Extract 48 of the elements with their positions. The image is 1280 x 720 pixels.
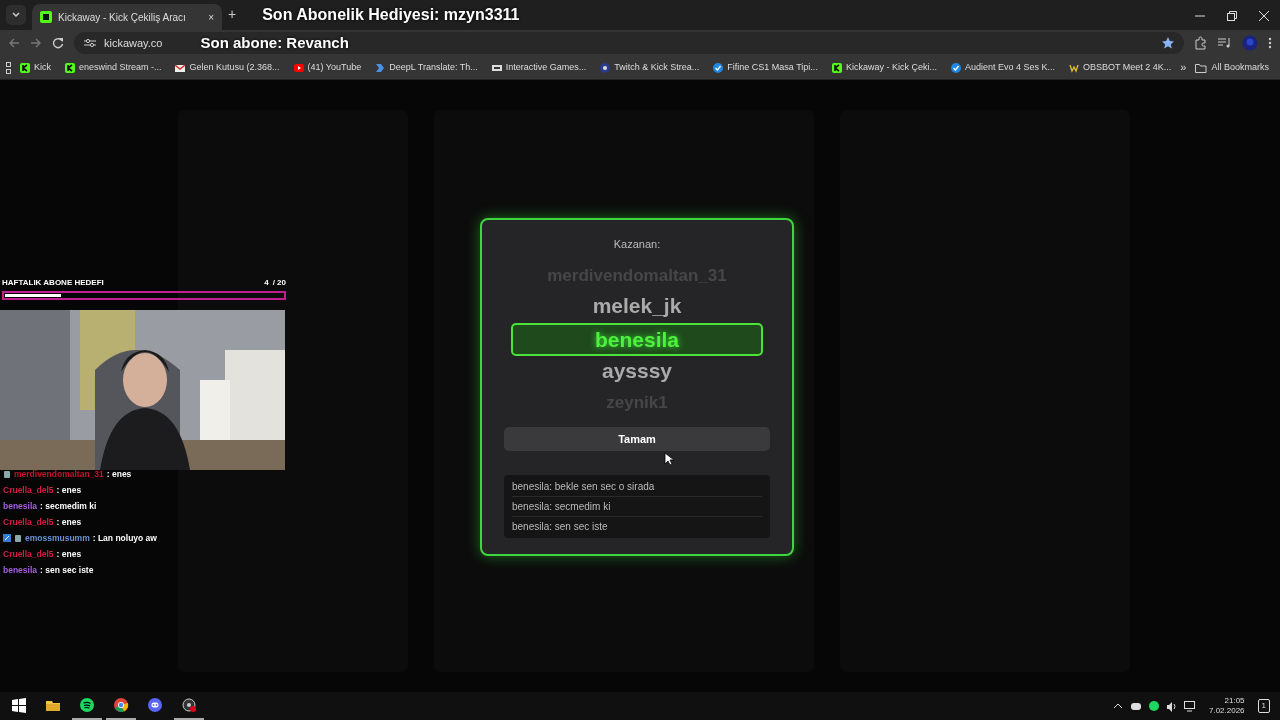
chat-username: benesila: [3, 563, 38, 577]
chat-username: emossmusumm: [25, 531, 90, 545]
clock-time[interactable]: 21:05: [1224, 696, 1245, 706]
bookmark[interactable]: Kick: [14, 60, 56, 75]
stream-gift-text: Son Abonelik Hediyesi: mzyn3311: [262, 5, 520, 25]
ok-button[interactable]: Tamam: [504, 427, 770, 451]
tab-title: Kickaway - Kick Çekiliş Aracı: [58, 10, 187, 25]
bookmark[interactable]: Audient Evo 4 Ses K...: [945, 60, 1060, 75]
chat-message: : enes: [106, 467, 132, 481]
goal-target: / 20: [272, 277, 286, 289]
chat-message: : enes: [56, 547, 82, 561]
more-bookmarks-button[interactable]: »: [1180, 59, 1187, 76]
chat-message: : enes: [56, 483, 82, 497]
browser-tab[interactable]: Kickaway - Kick Çekiliş Aracı ×: [32, 4, 222, 30]
bookmark[interactable]: DeepL Translate: Th...: [370, 60, 483, 75]
bookmark[interactable]: OBSBOT Meet 2 4K...: [1064, 60, 1177, 75]
chat-username: Cruella_del5: [3, 547, 54, 561]
bookmark[interactable]: (41) YouTube: [288, 60, 367, 75]
chat-message: : secmedim ki: [40, 499, 97, 513]
chat-message: : Lan noluyo aw: [92, 531, 157, 545]
reel-name: melek_jk: [591, 292, 683, 319]
chat-username: benesila: [3, 499, 38, 513]
chat-message: benesila: bekle sen sec o sirada: [512, 477, 762, 497]
notifications-button[interactable]: 1: [1257, 699, 1270, 713]
chat-username: merdivendomaltan_31: [14, 467, 104, 481]
goal-count: 4: [264, 277, 269, 289]
chat-username: Cruella_del5: [3, 483, 54, 497]
stream-sub-text: Son abone: Revanch: [200, 32, 349, 53]
dialog-title: Kazanan:: [613, 237, 661, 252]
address-bar[interactable]: kickaway.co Son abone: Revanch: [74, 32, 1184, 54]
reel-name: aysssy: [600, 357, 674, 384]
chat-username: Cruella_del5: [3, 515, 54, 529]
new-tab-button[interactable]: +: [228, 4, 237, 25]
bookmark[interactable]: eneswind Stream -...: [59, 60, 167, 75]
chat-message: : enes: [56, 515, 82, 529]
all-bookmarks-button[interactable]: All Bookmarks: [1190, 60, 1274, 75]
chat-message: benesila: sen sec iste: [512, 520, 609, 534]
bookmark[interactable]: Twitch & Kick Strea...: [595, 60, 705, 75]
bookmark[interactable]: Fifine CS1 Masa Tipi...: [708, 60, 823, 75]
winner-name: benesila: [511, 322, 763, 356]
goal-title: HAFTALIK ABONE HEDEFI: [2, 277, 104, 289]
bookmark[interactable]: Kickaway - Kick Çeki...: [826, 60, 942, 75]
bookmark[interactable]: Interactive Games...: [486, 60, 592, 75]
chat-message: benesila: secmedim ki: [512, 497, 762, 517]
clock-date[interactable]: 7.02.2026: [1208, 706, 1245, 716]
chat-message: : sen sec iste: [40, 563, 94, 577]
close-tab-button[interactable]: ×: [208, 9, 214, 25]
bookmark[interactable]: Gelen Kutusu (2.368...: [170, 60, 285, 75]
